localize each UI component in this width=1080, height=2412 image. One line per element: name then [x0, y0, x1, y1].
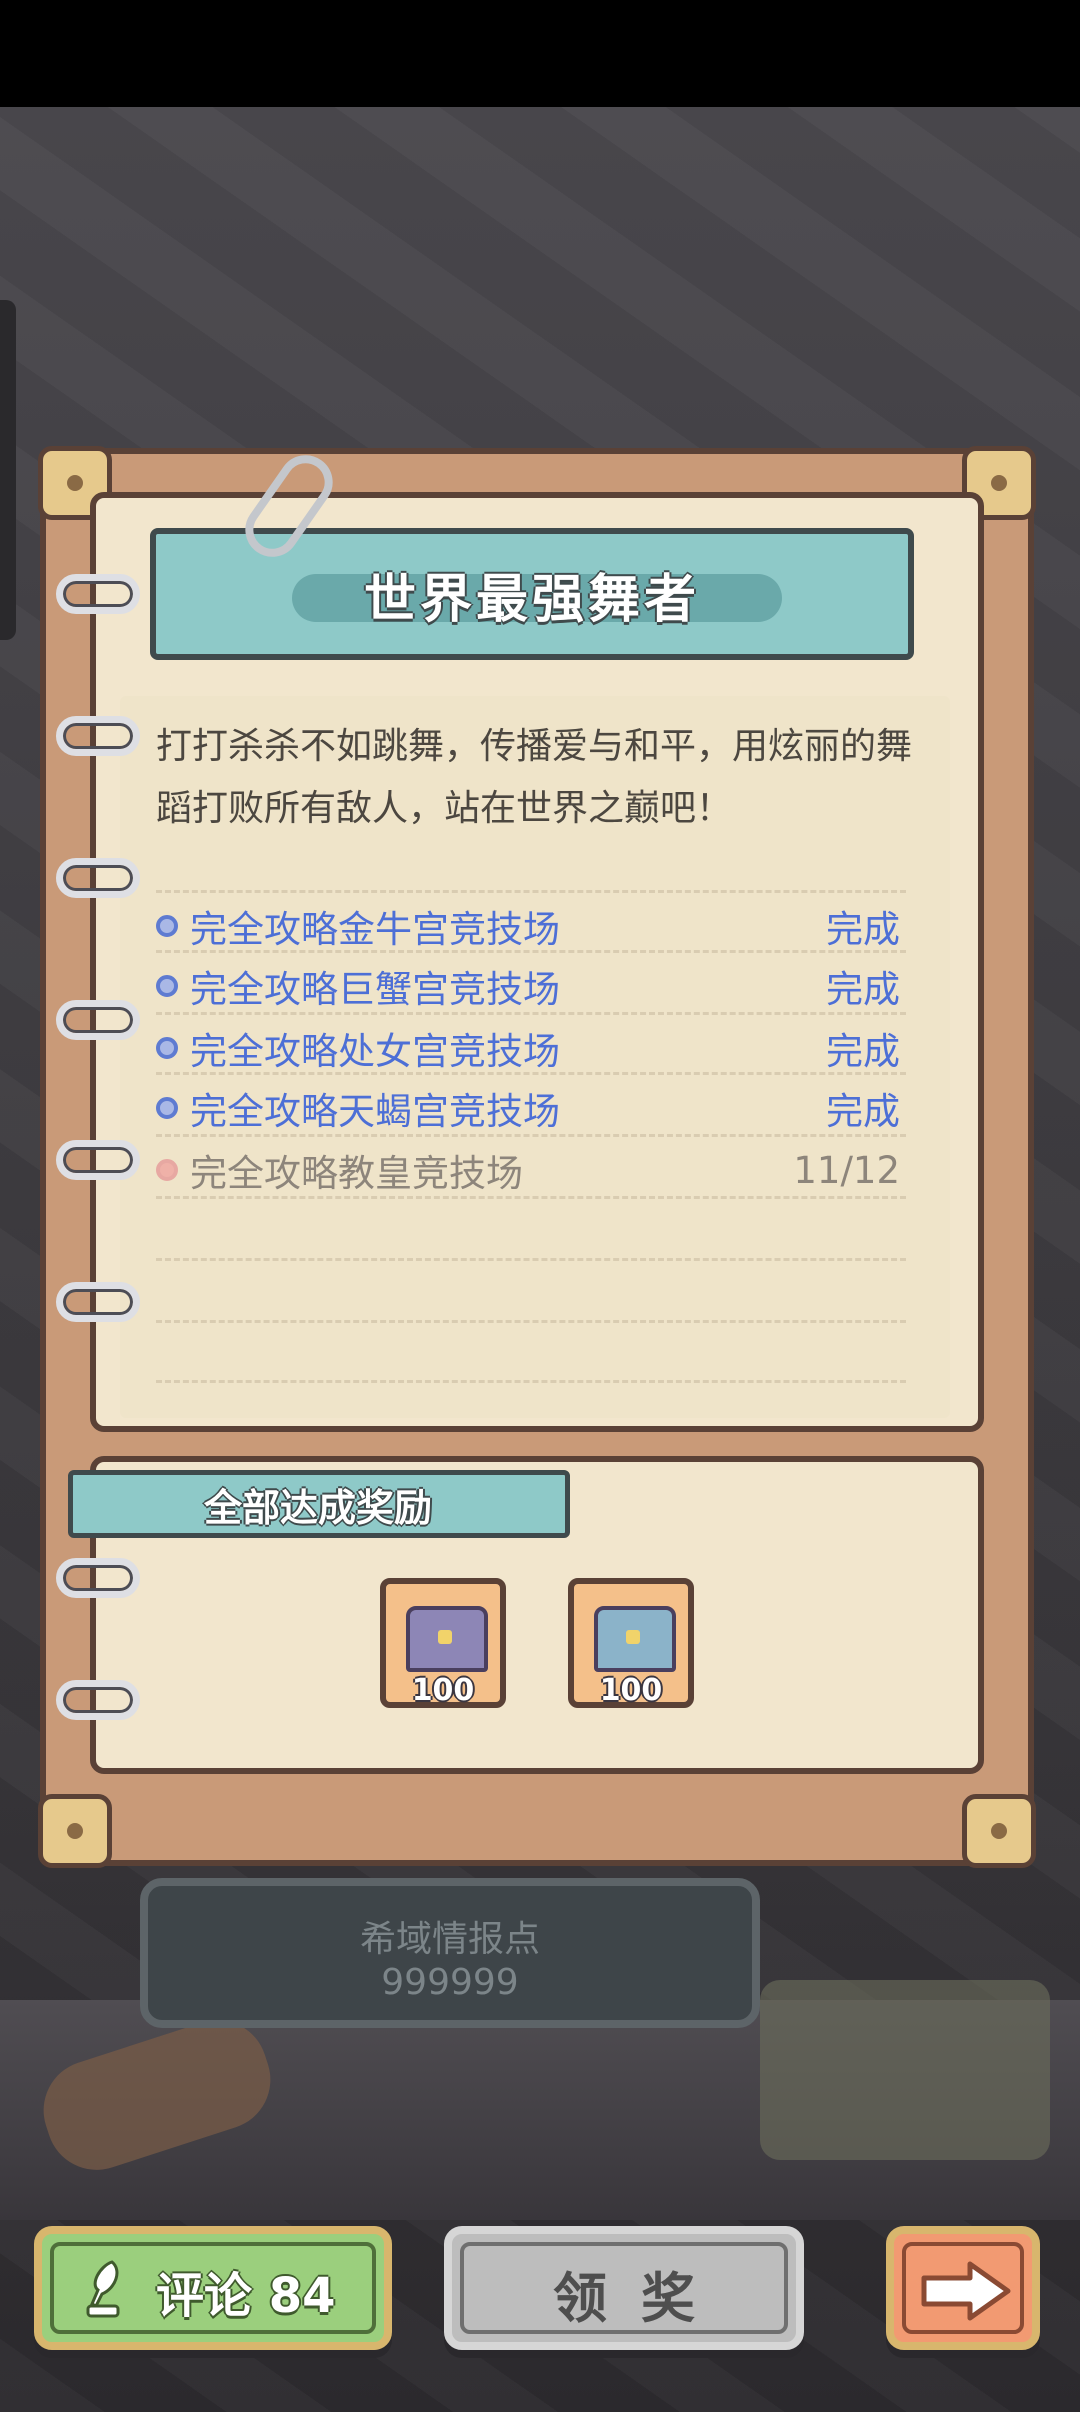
- page-rule: [156, 1380, 906, 1383]
- task-row: 完全攻略金牛宫竞技场 完成: [156, 898, 900, 954]
- task-complete-dot-icon: [156, 1097, 178, 1119]
- binder-ring-icon: [56, 574, 140, 614]
- task-label: 完全攻略金牛宫竞技场: [190, 908, 560, 951]
- task-status: 完成: [826, 1030, 900, 1073]
- intel-label: 希域情报点: [359, 1919, 540, 1960]
- reward-item[interactable]: 100: [568, 1578, 694, 1708]
- binder-ring-icon: [56, 1558, 140, 1598]
- claim-reward-button[interactable]: 领奖: [444, 2226, 804, 2350]
- comment-button[interactable]: 评论 84: [34, 2226, 392, 2350]
- task-row: 完全攻略巨蟹宫竞技场 完成: [156, 958, 900, 1014]
- reward-count: 100: [411, 1673, 475, 1708]
- binder-ring-icon: [56, 858, 140, 898]
- task-complete-dot-icon: [156, 975, 178, 997]
- binder-ring-icon: [56, 1000, 140, 1040]
- task-status: 完成: [826, 1090, 900, 1133]
- task-label: 完全攻略天蝎宫竞技场: [190, 1090, 560, 1133]
- task-row: 完全攻略教皇竞技场 11/12: [156, 1142, 900, 1198]
- quest-description: 打打杀杀不如跳舞，传播爱与和平，用炫丽的舞蹈打败所有敌人，站在世界之巅吧！: [156, 726, 913, 829]
- task-row: 完全攻略处女宫竞技场 完成: [156, 1020, 900, 1076]
- binder-ring-icon: [56, 716, 140, 756]
- claim-label: 领奖: [553, 2267, 729, 2330]
- task-status: 完成: [826, 968, 900, 1011]
- next-button[interactable]: [886, 2226, 1040, 2350]
- task-status: 完成: [826, 908, 900, 951]
- silver-chest-icon: [406, 1606, 488, 1672]
- task-pending-dot-icon: [156, 1159, 178, 1181]
- task-complete-dot-icon: [156, 915, 178, 937]
- task-row: 完全攻略天蝎宫竞技场 完成: [156, 1080, 900, 1136]
- corner-bracket: [962, 1794, 1036, 1868]
- task-label: 完全攻略巨蟹宫竞技场: [190, 968, 560, 1011]
- task-complete-dot-icon: [156, 1037, 178, 1059]
- page-rule: [156, 1258, 906, 1261]
- page-rule: [156, 1320, 906, 1323]
- reward-item[interactable]: 100: [380, 1578, 506, 1708]
- arrow-right-icon: [921, 2261, 1011, 2321]
- task-status: 11/12: [793, 1148, 900, 1192]
- plant-pot-icon: [760, 1980, 1050, 2160]
- comment-label: 评论 84: [156, 2268, 336, 2324]
- intel-value: 999999: [381, 1962, 519, 2003]
- reward-title: 全部达成奖励: [203, 1485, 432, 1530]
- page-rule: [156, 890, 906, 893]
- reward-count: 100: [599, 1673, 663, 1708]
- binder-ring-icon: [56, 1680, 140, 1720]
- binder-ring-icon: [56, 1282, 140, 1322]
- quill-pen-icon: [86, 2260, 120, 2318]
- side-drawer-handle[interactable]: [0, 300, 16, 640]
- intel-points-board: 希域情报点 999999: [140, 1878, 760, 2028]
- binder-ring-icon: [56, 1140, 140, 1180]
- status-bar: [0, 0, 1080, 107]
- corner-bracket: [38, 1794, 112, 1868]
- task-label: 完全攻略教皇竞技场: [190, 1152, 523, 1195]
- gold-chest-icon: [594, 1606, 676, 1672]
- task-label: 完全攻略处女宫竞技场: [190, 1030, 560, 1073]
